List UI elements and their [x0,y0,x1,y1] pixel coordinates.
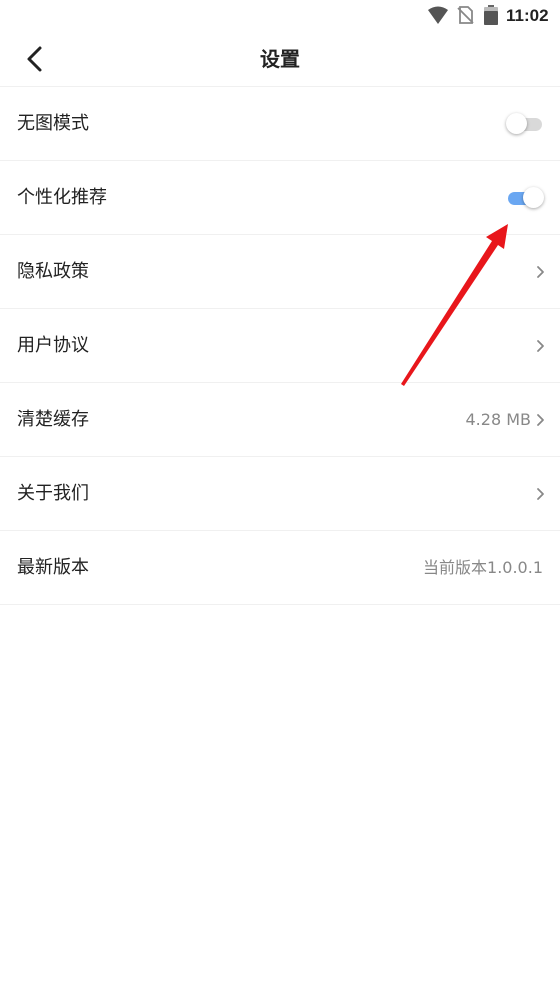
cache-size-value: 4.28 MB [465,410,532,429]
chevron-right-icon [537,340,544,352]
no-sim-icon [457,6,474,24]
header-bar: 设置 [0,32,560,87]
toggle-knob [523,187,544,208]
setting-privacy-policy[interactable]: 隐私政策 [0,235,560,309]
wifi-icon [428,6,448,24]
chevron-right-icon [537,414,544,426]
setting-label: 清楚缓存 [17,409,89,430]
page-title: 设置 [260,47,300,71]
version-value: 当前版本1.0.0.1 [423,558,543,577]
setting-label: 隐私政策 [17,261,89,282]
no-image-mode-toggle[interactable] [506,113,544,135]
battery-icon [484,5,498,25]
status-bar: 11:02 [0,0,560,32]
status-time: 11:02 [506,6,549,25]
personalized-recommendation-toggle[interactable] [506,187,544,209]
setting-user-agreement[interactable]: 用户协议 [0,309,560,383]
settings-list: 无图模式 个性化推荐 隐私政策 用户协议 清楚缓存 4.28 MB 关于我们 最… [0,87,560,605]
setting-about-us[interactable]: 关于我们 [0,457,560,531]
setting-latest-version[interactable]: 最新版本 当前版本1.0.0.1 [0,531,560,605]
setting-label: 无图模式 [17,113,89,134]
setting-clear-cache[interactable]: 清楚缓存 4.28 MB [0,383,560,457]
chevron-right-icon [537,266,544,278]
setting-personalized-recommendation[interactable]: 个性化推荐 [0,161,560,235]
setting-label: 用户协议 [17,335,89,356]
chevron-right-icon [537,488,544,500]
setting-no-image-mode[interactable]: 无图模式 [0,87,560,161]
setting-label: 最新版本 [17,557,89,578]
setting-label: 关于我们 [17,483,89,504]
toggle-knob [506,113,527,134]
setting-label: 个性化推荐 [17,187,107,208]
